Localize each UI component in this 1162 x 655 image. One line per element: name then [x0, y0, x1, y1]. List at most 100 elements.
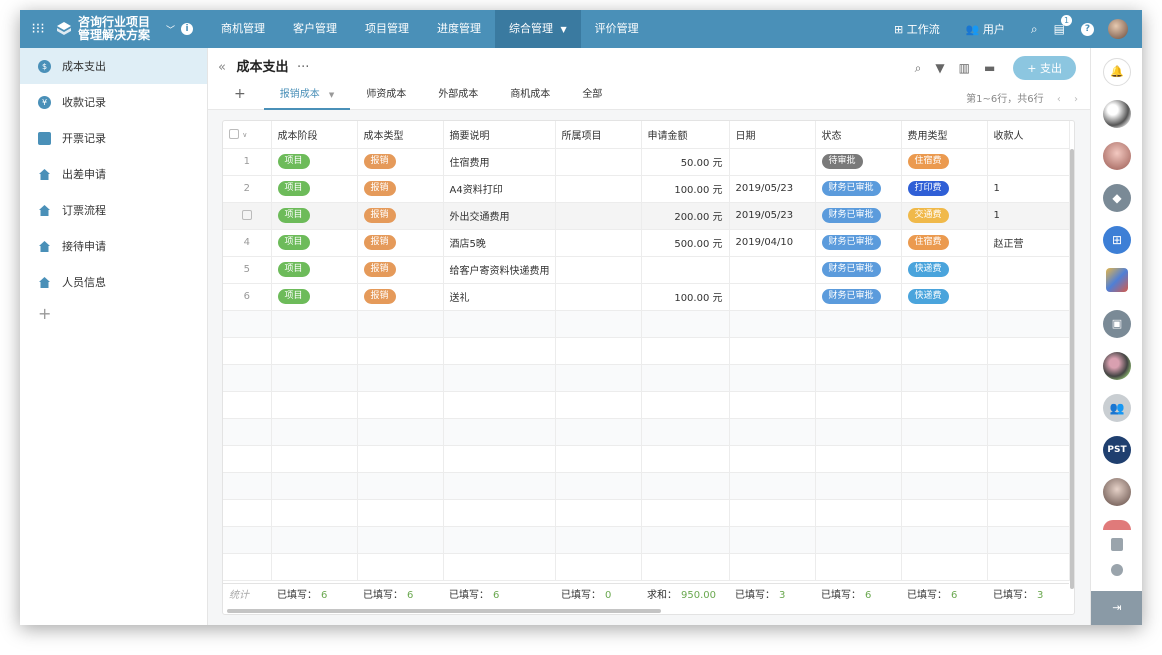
group-avatar[interactable] [1103, 352, 1131, 380]
workflow-link[interactable]: ⊞ 工作流 [894, 21, 940, 37]
cell-stage[interactable]: 项目 [271, 202, 358, 230]
cell-amount[interactable]: 100.00 元 [641, 283, 730, 311]
filter-icon[interactable]: ▼ [935, 61, 944, 75]
toggle-rail-button[interactable]: ⇥ [1091, 591, 1142, 625]
column-header[interactable]: 申请金额 [641, 121, 730, 149]
cell-date[interactable]: 2019/04/10 [729, 229, 816, 257]
column-header[interactable]: 收款人 [987, 121, 1070, 149]
apps-grid-icon[interactable]: ⁝⁝⁝ [20, 21, 56, 37]
org-chart-icon[interactable]: ⊞ [1103, 226, 1131, 254]
info-icon[interactable]: i [181, 23, 194, 35]
next-page-icon[interactable]: › [1074, 94, 1078, 105]
table-row[interactable]: 5 项目 报销 给客户寄资料快递费用 财务已审批 快递费 [223, 256, 1070, 284]
horizontal-scrollbar[interactable] [227, 609, 661, 613]
cell-amount[interactable]: 200.00 元 [641, 202, 730, 230]
tab-opportunity-cost[interactable]: 商机成本 [494, 84, 566, 110]
table-row[interactable]: 2 项目 报销 A4资料打印 100.00 元 2019/05/23 财务已审批 打印费 1 [223, 175, 1070, 203]
table-row[interactable]: 1 项目 报销 住宿费用 50.00 元 待审批 住宿费 [223, 148, 1070, 176]
cell-type[interactable]: 报销 [357, 283, 444, 311]
cell-amount[interactable]: 500.00 元 [641, 229, 730, 257]
row-select-checkbox[interactable] [223, 202, 272, 230]
sidebar-item-reception[interactable]: 接待申请 [20, 228, 207, 264]
cell-payee[interactable] [987, 283, 1070, 311]
cell-type[interactable]: 报销 [357, 175, 444, 203]
cell-payee[interactable] [987, 148, 1070, 176]
nav-project[interactable]: 项目管理 [351, 10, 423, 48]
cell-payee[interactable]: 赵正营 [987, 229, 1070, 257]
table-row[interactable]: 4 项目 报销 酒店5晚 500.00 元 2019/04/10 财务已审批 住宿费 赵正营 [223, 229, 1070, 257]
cell-type[interactable]: 报销 [357, 202, 444, 230]
pst-avatar[interactable]: PST [1103, 436, 1131, 464]
cell-status[interactable]: 财务已审批 [815, 229, 902, 257]
sidebar-item-staff[interactable]: 人员信息 [20, 264, 207, 300]
cell-payee[interactable]: 1 [987, 202, 1070, 230]
app-cube-icon[interactable] [1106, 268, 1128, 292]
nav-evaluation[interactable]: 评价管理 [581, 10, 653, 48]
cell-date[interactable]: 2019/05/23 [729, 175, 816, 203]
cell-project[interactable] [555, 283, 642, 311]
cell-date[interactable] [729, 148, 816, 176]
column-header[interactable]: 费用类型 [901, 121, 988, 149]
contact-avatar[interactable] [1103, 142, 1131, 170]
chart-icon[interactable]: ▥ [959, 61, 970, 75]
cell-fee[interactable]: 住宿费 [901, 229, 988, 257]
sidebar-item-invoices[interactable]: 开票记录 [20, 120, 207, 156]
cell-project[interactable] [555, 256, 642, 284]
cell-payee[interactable] [987, 256, 1070, 284]
add-expense-button[interactable]: + 支出 [1013, 56, 1076, 80]
column-header[interactable]: 状态 [815, 121, 902, 149]
sidebar-item-cost[interactable]: $ 成本支出 [20, 48, 207, 84]
tab-all[interactable]: 全部 [566, 84, 618, 110]
sidebar-item-travel[interactable]: 出差申请 [20, 156, 207, 192]
notification-icon[interactable]: ▤ 1 [1054, 15, 1072, 36]
cell-type[interactable]: 报销 [357, 229, 444, 257]
add-view-button[interactable]: + [230, 84, 264, 110]
notification-bell-icon[interactable]: ◆ [1103, 184, 1131, 212]
tab-teacher-cost[interactable]: 师资成本 [350, 84, 422, 110]
cell-summary[interactable]: 送礼 [443, 283, 556, 311]
cell-status[interactable]: 财务已审批 [815, 256, 902, 284]
column-header[interactable]: 日期 [729, 121, 816, 149]
contact-card-icon[interactable] [1111, 538, 1123, 551]
nav-progress[interactable]: 进度管理 [423, 10, 495, 48]
nav-opportunity[interactable]: 商机管理 [207, 10, 279, 48]
cell-project[interactable] [555, 175, 642, 203]
cell-stage[interactable]: 项目 [271, 148, 358, 176]
table-row[interactable]: 6 项目 报销 送礼 100.00 元 财务已审批 快递费 [223, 283, 1070, 311]
cell-summary[interactable]: 酒店5晚 [443, 229, 556, 257]
cell-amount[interactable]: 100.00 元 [641, 175, 730, 203]
prev-page-icon[interactable]: ‹ [1057, 94, 1061, 105]
cell-project[interactable] [555, 202, 642, 230]
cell-payee[interactable]: 1 [987, 175, 1070, 203]
tab-reimbursement-cost[interactable]: 报销成本 ▼ [263, 84, 351, 110]
chevron-down-icon[interactable]: ﹀ [166, 23, 175, 36]
sidebar-item-booking[interactable]: 订票流程 [20, 192, 207, 228]
cell-status[interactable]: 财务已审批 [815, 175, 902, 203]
briefcase-icon[interactable]: ▣ [1103, 310, 1131, 338]
vertical-scrollbar[interactable] [1070, 149, 1074, 589]
collapse-sidebar-button[interactable]: « [218, 60, 226, 75]
nav-general[interactable]: 综合管理 ▼ [495, 10, 581, 48]
column-header[interactable]: 摘要说明 [443, 121, 556, 149]
users-link[interactable]: 👥 用户 [966, 21, 1005, 37]
table-row[interactable]: 项目 报销 外出交通费用 200.00 元 2019/05/23 财务已审批 交通费 1 [223, 202, 1070, 230]
comment-icon[interactable]: ▬ [984, 61, 995, 75]
column-header[interactable]: 成本阶段 [271, 121, 358, 149]
cell-fee[interactable]: 快递费 [901, 283, 988, 311]
user-avatar[interactable] [1108, 19, 1128, 39]
cell-fee[interactable]: 住宿费 [901, 148, 988, 176]
search-icon[interactable]: ⌕ [915, 61, 922, 76]
cell-summary[interactable]: 外出交通费用 [443, 202, 556, 230]
cell-fee[interactable]: 打印费 [901, 175, 988, 203]
cell-type[interactable]: 报销 [357, 256, 444, 284]
cell-status[interactable]: 财务已审批 [815, 283, 902, 311]
nav-customer[interactable]: 客户管理 [279, 10, 351, 48]
cell-fee[interactable]: 交通费 [901, 202, 988, 230]
add-chat-icon[interactable] [1111, 564, 1123, 576]
select-all-checkbox[interactable]: ∨ [223, 121, 272, 149]
cell-date[interactable]: 2019/05/23 [729, 202, 816, 230]
help-icon[interactable]: ? [1081, 22, 1094, 36]
add-sidebar-item-button[interactable]: + [20, 304, 207, 323]
more-options-button[interactable]: ··· [297, 60, 309, 75]
cell-summary[interactable]: 住宿费用 [443, 148, 556, 176]
